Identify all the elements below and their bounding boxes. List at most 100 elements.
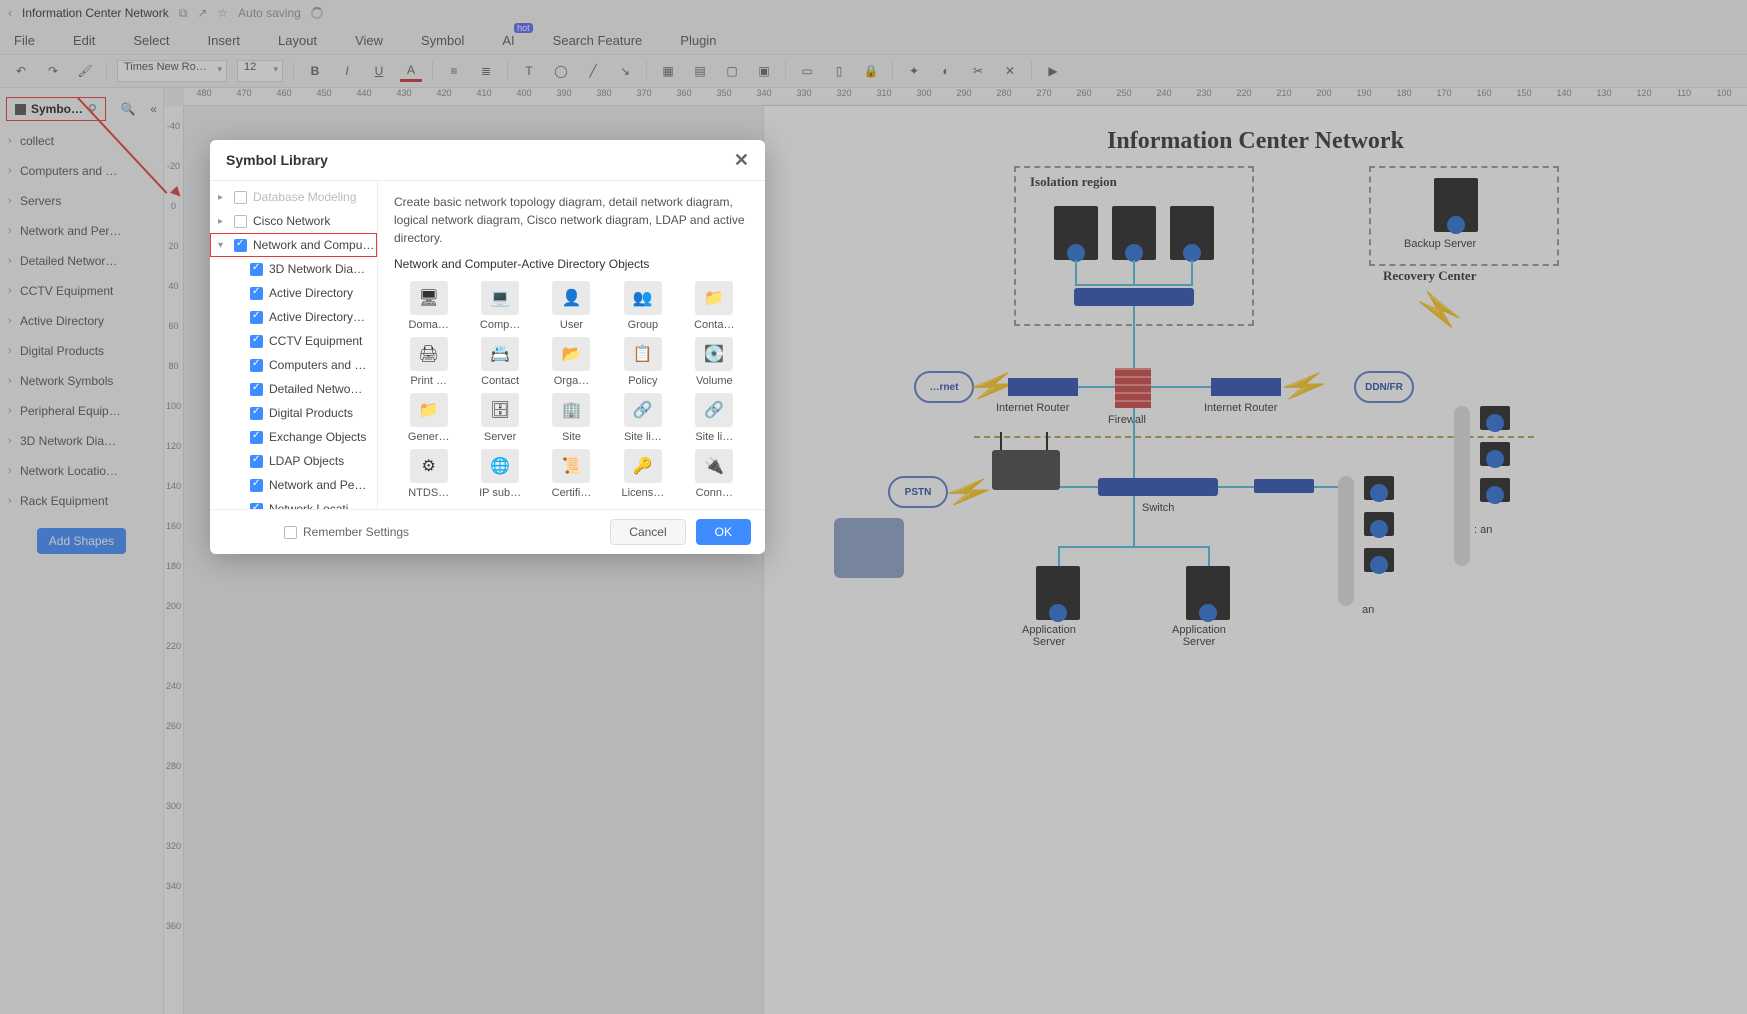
checkbox-icon[interactable]	[234, 191, 247, 204]
tree-subcategory[interactable]: Network Locati…	[210, 497, 377, 509]
tree-subcategory[interactable]: Exchange Objects	[210, 425, 377, 449]
checkbox-icon[interactable]	[250, 263, 263, 276]
menu-symbol[interactable]: Symbol	[421, 33, 464, 48]
symbol-thumbnail[interactable]: 💽Volume	[680, 337, 749, 387]
tree-subcategory[interactable]: Detailed Netwo…	[210, 377, 377, 401]
menu-layout[interactable]: Layout	[278, 33, 317, 48]
text-tool[interactable]: T	[518, 60, 540, 82]
back-icon[interactable]: ‹	[8, 6, 12, 20]
font-select[interactable]: Times New Ro…	[117, 60, 227, 82]
fill-button[interactable]: ◯	[550, 60, 572, 82]
tree-category[interactable]: ▾Network and Compu…	[210, 233, 377, 257]
symbol-library-button[interactable]: Symbo… ⚲	[6, 97, 106, 121]
collapse-icon[interactable]: «	[150, 102, 157, 116]
checkbox-icon[interactable]	[250, 407, 263, 420]
sidebar-category[interactable]: Peripheral Equip…	[0, 396, 163, 426]
symbol-thumbnail[interactable]: 🗄Server	[465, 393, 534, 443]
tree-category[interactable]: ▸Cisco Network	[210, 209, 377, 233]
cancel-button[interactable]: Cancel	[610, 519, 685, 545]
symbol-thumbnail[interactable]: ⚙NTDS…	[394, 449, 463, 499]
menu-ai[interactable]: AI	[502, 33, 514, 48]
menu-view[interactable]: View	[355, 33, 383, 48]
layer-button[interactable]: ▯	[828, 60, 850, 82]
font-size-select[interactable]: 12	[237, 60, 283, 82]
underline-button[interactable]: U	[368, 60, 390, 82]
sidebar-category[interactable]: Servers	[0, 186, 163, 216]
sidebar-category[interactable]: CCTV Equipment	[0, 276, 163, 306]
symbol-thumbnail[interactable]: 💻Comp…	[465, 281, 534, 331]
remember-checkbox[interactable]: Remember Settings	[284, 525, 409, 539]
sidebar-category[interactable]: Network Symbols	[0, 366, 163, 396]
connector-button[interactable]: ↘	[614, 60, 636, 82]
export-icon[interactable]: ↗	[197, 6, 207, 21]
line-button[interactable]: ╱	[582, 60, 604, 82]
lock-button[interactable]: 🔒	[860, 60, 882, 82]
effects-button[interactable]: ✦	[903, 60, 925, 82]
symbol-thumbnail[interactable]: 📁Conta…	[680, 281, 749, 331]
tools-icon[interactable]: ✕	[999, 60, 1021, 82]
tree-subcategory[interactable]: Digital Products	[210, 401, 377, 425]
tree-subcategory[interactable]: Network and Pe…	[210, 473, 377, 497]
symbol-thumbnail[interactable]: 🔑Licens…	[608, 449, 677, 499]
symbol-thumbnail[interactable]: 🌐IP sub…	[465, 449, 534, 499]
add-shapes-button[interactable]: Add Shapes	[37, 528, 126, 554]
brush-icon[interactable]: 🖌	[74, 60, 96, 82]
checkbox-icon[interactable]	[250, 455, 263, 468]
checkbox-icon[interactable]	[234, 215, 247, 228]
ungroup-button[interactable]: ▤	[689, 60, 711, 82]
checkbox-icon[interactable]	[250, 359, 263, 372]
tree-subcategory[interactable]: Computers and …	[210, 353, 377, 377]
crop-button[interactable]: ✂	[967, 60, 989, 82]
symbol-thumbnail[interactable]: 🏢Site	[537, 393, 606, 443]
close-icon[interactable]: ✕	[734, 150, 749, 171]
sidebar-category[interactable]: collect	[0, 126, 163, 156]
menu-select[interactable]: Select	[133, 33, 169, 48]
symbol-thumbnail[interactable]: 📂Orga…	[537, 337, 606, 387]
symbol-thumbnail[interactable]: 👥Group	[608, 281, 677, 331]
sidebar-category[interactable]: Digital Products	[0, 336, 163, 366]
italic-button[interactable]: I	[336, 60, 358, 82]
checkbox-icon[interactable]	[250, 431, 263, 444]
symbol-thumbnail[interactable]: 📋Policy	[608, 337, 677, 387]
star-icon[interactable]: ☆	[217, 6, 228, 21]
symbol-thumbnail[interactable]: 👤User	[537, 281, 606, 331]
checkbox-icon[interactable]	[250, 383, 263, 396]
checkbox-icon[interactable]	[250, 503, 263, 510]
tree-subcategory[interactable]: Active Directory…	[210, 305, 377, 329]
checkbox-icon[interactable]	[250, 479, 263, 492]
redo-button[interactable]: ↷	[42, 60, 64, 82]
menu-edit[interactable]: Edit	[73, 33, 95, 48]
window-icon[interactable]: ⧉	[179, 6, 188, 21]
checkbox-icon[interactable]	[234, 239, 247, 252]
tree-subcategory[interactable]: CCTV Equipment	[210, 329, 377, 353]
bold-button[interactable]: B	[304, 60, 326, 82]
symbol-thumbnail[interactable]: 🖨Print …	[394, 337, 463, 387]
align-button[interactable]: ≡	[443, 60, 465, 82]
back-button[interactable]: ▣	[753, 60, 775, 82]
front-button[interactable]: ▢	[721, 60, 743, 82]
symbol-thumbnail[interactable]: 🔗Site li…	[680, 393, 749, 443]
sidebar-category[interactable]: Network and Per…	[0, 216, 163, 246]
tree-subcategory[interactable]: Active Directory	[210, 281, 377, 305]
symbol-thumbnail[interactable]: 📁Gener…	[394, 393, 463, 443]
menu-search-feature[interactable]: Search Feature	[553, 33, 643, 48]
sidebar-category[interactable]: Rack Equipment	[0, 486, 163, 516]
symbol-thumbnail[interactable]: 🔌Conn…	[680, 449, 749, 499]
tree-subcategory[interactable]: LDAP Objects	[210, 449, 377, 473]
page-button[interactable]: ▭	[796, 60, 818, 82]
search-icon[interactable]: 🔍	[121, 102, 136, 116]
sidebar-category[interactable]: Network Locatio…	[0, 456, 163, 486]
ok-button[interactable]: OK	[696, 519, 751, 545]
checkbox-icon[interactable]	[250, 287, 263, 300]
present-button[interactable]: ▶	[1042, 60, 1064, 82]
align-h-button[interactable]: ≣	[475, 60, 497, 82]
font-color-button[interactable]: A	[400, 60, 422, 82]
tree-category[interactable]: ▸Database Modeling	[210, 185, 377, 209]
undo-button[interactable]: ↶	[10, 60, 32, 82]
sidebar-category[interactable]: Active Directory	[0, 306, 163, 336]
sidebar-category[interactable]: Detailed Networ…	[0, 246, 163, 276]
symbol-thumbnail[interactable]: 🖥Doma…	[394, 281, 463, 331]
menu-insert[interactable]: Insert	[208, 33, 241, 48]
symbol-thumbnail[interactable]: 🔗Site li…	[608, 393, 677, 443]
symbol-thumbnail[interactable]: 📇Contact	[465, 337, 534, 387]
